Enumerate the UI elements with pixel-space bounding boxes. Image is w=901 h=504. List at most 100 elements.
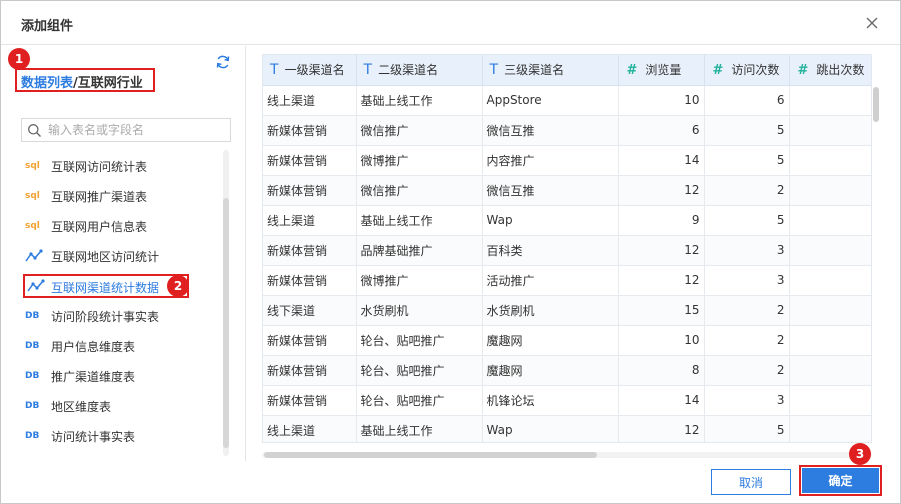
breadcrumb: 数据列表/互联网行业 — [15, 68, 155, 92]
table-cell: 4 — [789, 145, 871, 176]
text-type-icon: T — [270, 62, 279, 79]
column-header[interactable]: # 访问次数 — [704, 55, 790, 86]
breadcrumb-root-link[interactable]: 数据列表 — [21, 76, 73, 91]
add-component-dialog: 添加组件 数据列表/互联网行业 sql 互联网访问统计表 — [0, 0, 901, 504]
table-cell: 品牌基础推广 — [356, 235, 483, 266]
self-service-dataset-icon — [27, 279, 45, 292]
table-cell: 14 — [618, 385, 705, 416]
table-cell: 微信推广 — [356, 175, 483, 206]
number-type-icon: # — [712, 63, 724, 79]
table-cell: 基础上线工作 — [356, 205, 483, 236]
table-row: 新媒体营销轮台、贴吧推广魔趣网824 — [263, 355, 871, 386]
list-item-label: 互联网访问统计表 — [51, 160, 148, 174]
db-table-icon: DB — [25, 431, 40, 441]
table-cell: 3 — [704, 385, 790, 416]
confirm-button[interactable]: 确定 — [802, 468, 879, 493]
column-header[interactable]: T 三级渠道名 — [482, 55, 619, 86]
column-header[interactable]: T 二级渠道名 — [356, 55, 483, 86]
table-cell: 2 — [704, 325, 790, 356]
table-row: 线下渠道水货刷机水货刷机1524 — [263, 295, 871, 326]
list-item-visit-stats-fact[interactable]: DB 访问统计事实表 — [21, 424, 221, 448]
table-cell: 2 — [704, 355, 790, 386]
search-input[interactable] — [48, 121, 226, 139]
table-cell: 线上渠道 — [263, 415, 357, 442]
list-item-label: 访问统计事实表 — [51, 430, 136, 444]
table-cell: 4 — [789, 85, 871, 116]
list-item-channel-dim[interactable]: DB 推广渠道维度表 — [21, 364, 221, 388]
table-cell: 5 — [704, 115, 790, 146]
table-cell: 4 — [789, 295, 871, 326]
cancel-button[interactable]: 取消 — [711, 469, 791, 495]
sql-icon: sql — [25, 221, 40, 231]
table-cell: 10 — [618, 85, 705, 116]
column-header[interactable]: # 浏览量 — [618, 55, 705, 86]
list-item-internet-region-stats[interactable]: 互联网地区访问统计 — [21, 244, 221, 268]
table-cell: 4 — [789, 235, 871, 266]
data-preview-grid: T 一级渠道名 T 二级渠道名 T 三级渠道名 # 浏览量 # 访问次数 # 跳出次数 线上… — [262, 54, 872, 443]
list-item-label: 互联网推广渠道表 — [51, 190, 148, 204]
breadcrumb-current: 互联网行业 — [77, 76, 143, 91]
table-row: 线上渠道基础上线工作Wap1254 — [263, 415, 871, 442]
table-row: 新媒体营销微信推广微信互推654 — [263, 115, 871, 146]
column-header[interactable]: # 跳出次数 — [789, 55, 871, 86]
table-body: 线上渠道基础上线工作AppStore1064新媒体营销微信推广微信互推654新媒… — [263, 85, 871, 442]
table-cell: 4 — [789, 385, 871, 416]
dialog-title: 添加组件 — [21, 19, 74, 34]
table-cell: 新媒体营销 — [263, 385, 357, 416]
table-cell: 新媒体营销 — [263, 235, 357, 266]
table-cell: 12 — [618, 265, 705, 296]
list-item-label: 推广渠道维度表 — [51, 370, 136, 384]
step-badge-2: 2 — [167, 275, 189, 297]
list-item-visit-stage-fact[interactable]: DB 访问阶段统计事实表 — [21, 304, 221, 328]
table-cell: 魔趣网 — [482, 355, 619, 386]
table-cell: 15 — [618, 295, 705, 326]
table-cell: 5 — [704, 415, 790, 442]
table-cell: 水货刷机 — [356, 295, 483, 326]
table-cell: 4 — [789, 265, 871, 296]
list-item-label: 访问阶段统计事实表 — [51, 310, 160, 324]
list-item-internet-channel-table[interactable]: sql 互联网推广渠道表 — [21, 184, 221, 208]
list-item-user-info-dim[interactable]: DB 用户信息维度表 — [21, 334, 221, 358]
grid-vertical-scrollbar[interactable] — [873, 87, 879, 122]
table-cell: 线下渠道 — [263, 295, 357, 326]
text-type-icon: T — [363, 62, 373, 79]
sql-icon: sql — [25, 191, 40, 201]
table-cell: 新媒体营销 — [263, 325, 357, 356]
table-cell: 4 — [789, 415, 871, 442]
refresh-icon[interactable] — [215, 54, 231, 70]
table-cell: 12 — [618, 415, 705, 442]
table-cell: 4 — [789, 355, 871, 386]
db-table-icon: DB — [25, 341, 40, 351]
table-cell: 魔趣网 — [482, 325, 619, 356]
list-item-label: 用户信息维度表 — [51, 340, 136, 354]
table-cell: 微博推广 — [356, 265, 483, 296]
table-cell: 9 — [618, 205, 705, 236]
table-list-scrollbar-thumb[interactable] — [223, 198, 229, 448]
table-cell: 2 — [704, 295, 790, 326]
step-badge-1: 1 — [8, 48, 30, 70]
table-cell: 12 — [618, 235, 705, 266]
table-cell: 轮台、贴吧推广 — [356, 325, 483, 356]
table-cell: 新媒体营销 — [263, 355, 357, 386]
table-cell: 6 — [704, 85, 790, 116]
list-item-internet-user-info[interactable]: sql 互联网用户信息表 — [21, 214, 221, 238]
table-cell: 基础上线工作 — [356, 415, 483, 442]
table-cell: 14 — [618, 145, 705, 176]
table-cell: 微信推广 — [356, 115, 483, 146]
list-item-region-dim[interactable]: DB 地区维度表 — [21, 394, 221, 418]
table-cell: 微博推广 — [356, 145, 483, 176]
table-row: 新媒体营销轮台、贴吧推广魔趣网1024 — [263, 325, 871, 356]
table-cell: 6 — [618, 115, 705, 146]
self-service-dataset-icon — [25, 249, 43, 262]
table-cell: Wap — [482, 415, 619, 442]
table-cell: 新媒体营销 — [263, 175, 357, 206]
list-item-internet-visit-stats[interactable]: sql 互联网访问统计表 — [21, 154, 221, 178]
grid-horizontal-scrollbar-thumb[interactable] — [264, 452, 597, 458]
table-header-row: T 一级渠道名 T 二级渠道名 T 三级渠道名 # 浏览量 # 访问次数 # 跳出次数 — [263, 55, 871, 86]
list-item-internet-channel-stats-data[interactable]: 互联网渠道统计数据 — [21, 274, 221, 298]
step-badge-3: 3 — [849, 443, 871, 465]
table-cell: AppStore — [482, 85, 619, 116]
close-icon[interactable] — [863, 14, 881, 32]
db-table-icon: DB — [25, 401, 40, 411]
column-header[interactable]: T 一级渠道名 — [263, 55, 357, 86]
